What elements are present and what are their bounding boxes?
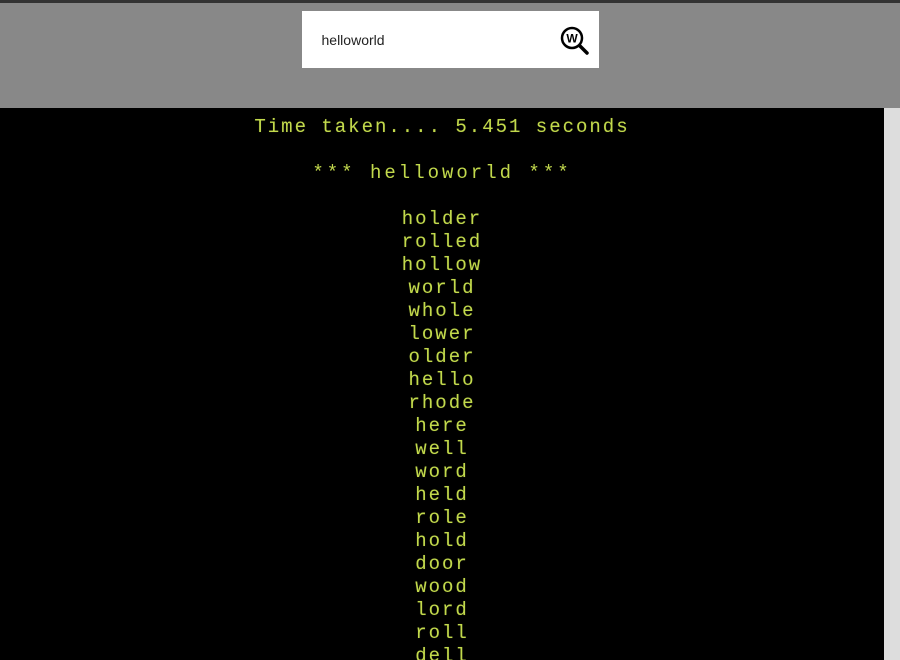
word-line: here — [0, 415, 884, 438]
search-input[interactable] — [322, 11, 557, 68]
terminal-output: Time taken.... 5.451 seconds *** hellowo… — [0, 108, 884, 660]
word-line: rhode — [0, 392, 884, 415]
word-line: lower — [0, 323, 884, 346]
blank-line — [0, 185, 884, 208]
word-list: holderrolledhollowworldwholelowerolderhe… — [0, 208, 884, 660]
word-line: whole — [0, 300, 884, 323]
word-line: held — [0, 484, 884, 507]
word-line: door — [0, 553, 884, 576]
word-line: older — [0, 346, 884, 369]
svg-text:W: W — [566, 31, 578, 45]
title-suffix: *** — [514, 162, 572, 184]
word-line: hold — [0, 530, 884, 553]
word-line: hello — [0, 369, 884, 392]
title-line: *** helloworld *** — [0, 162, 884, 185]
word-line: wood — [0, 576, 884, 599]
word-line: lord — [0, 599, 884, 622]
word-line: roll — [0, 622, 884, 645]
title-word: helloworld — [370, 162, 514, 184]
terminal-container: Time taken.... 5.451 seconds *** hellowo… — [0, 108, 900, 660]
word-line: word — [0, 461, 884, 484]
word-line: hollow — [0, 254, 884, 277]
search-box: W — [302, 11, 599, 68]
header-bar: W — [0, 3, 900, 108]
search-button[interactable]: W — [557, 23, 591, 57]
blank-line — [0, 139, 884, 162]
word-line: rolled — [0, 231, 884, 254]
word-line: role — [0, 507, 884, 530]
word-line: holder — [0, 208, 884, 231]
vertical-scrollbar[interactable] — [884, 108, 900, 660]
time-taken-line: Time taken.... 5.451 seconds — [0, 116, 884, 139]
title-prefix: *** — [312, 162, 370, 184]
word-line: dell — [0, 645, 884, 660]
word-line: world — [0, 277, 884, 300]
search-icon: W — [559, 25, 589, 55]
word-line: well — [0, 438, 884, 461]
